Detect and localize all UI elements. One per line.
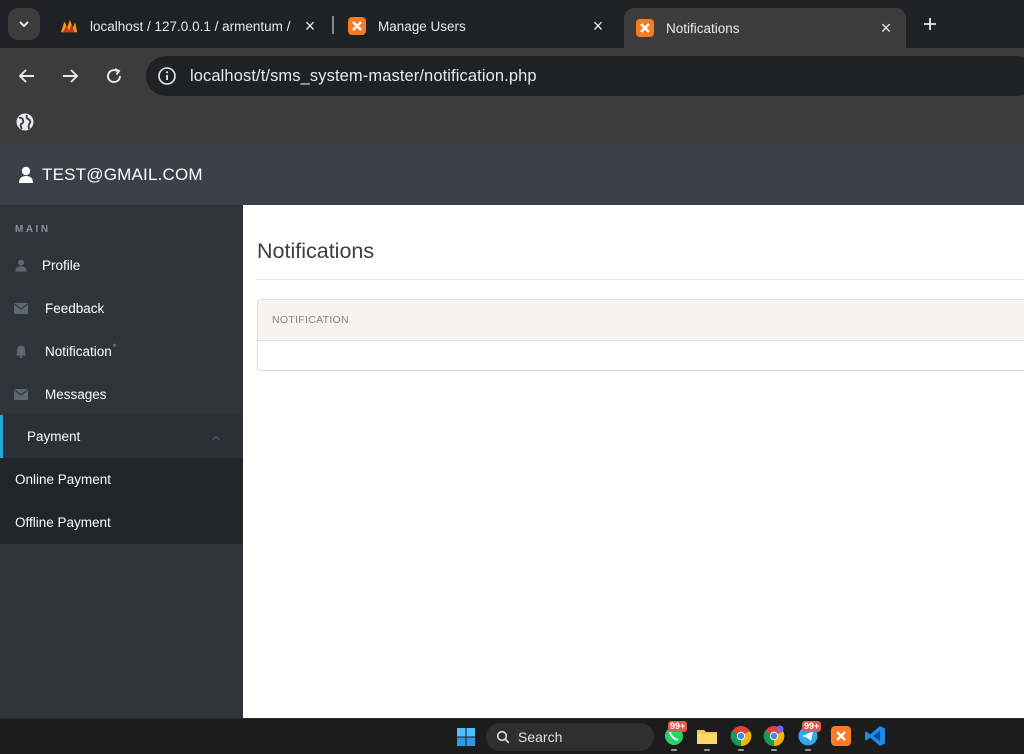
windows-start-icon[interactable] — [456, 727, 476, 747]
back-button[interactable] — [13, 62, 41, 90]
user-email[interactable]: TEST@GMAIL.COM — [42, 165, 203, 185]
reload-button[interactable] — [100, 62, 128, 90]
taskbar-vscode[interactable] — [863, 724, 887, 748]
page-title: Notifications — [257, 239, 375, 263]
site-info-icon[interactable] — [156, 65, 178, 87]
sidebar-item-messages[interactable]: Messages — [0, 373, 243, 416]
sidebar: MAIN Profile Feedback Notification * Mes… — [0, 205, 243, 718]
sidebar-item-label: Profile — [42, 258, 81, 273]
sidebar-item-label: Messages — [45, 387, 107, 402]
sidebar-item-notification[interactable]: Notification * — [0, 330, 243, 373]
sidebar-item-label: Payment — [27, 429, 81, 444]
address-bar[interactable]: localhost/t/sms_system-master/notificati… — [146, 56, 1024, 96]
tab-notifications[interactable]: Notifications × — [624, 8, 906, 48]
chrome-icon — [730, 726, 752, 747]
close-icon[interactable]: × — [590, 17, 606, 35]
taskbar-search[interactable]: Search — [486, 723, 654, 751]
reload-icon — [107, 68, 121, 83]
taskbar: Search 99+ 99+ — [0, 718, 1024, 754]
app-header: TEST@GMAIL.COM — [0, 144, 1024, 205]
new-tab-button[interactable] — [918, 12, 942, 36]
taskbar-whatsapp[interactable]: 99+ — [662, 721, 688, 751]
taskbar-xampp[interactable] — [829, 724, 853, 748]
tab-phpmyadmin[interactable]: localhost / 127.0.0.1 / armentum / × — [48, 8, 330, 44]
envelope-icon — [14, 388, 28, 402]
envelope-icon — [14, 302, 28, 316]
taskbar-indicator — [704, 749, 710, 751]
xampp-icon — [348, 17, 366, 35]
sidebar-heading: MAIN — [15, 224, 51, 235]
taskbar-indicator — [738, 749, 744, 751]
globe-icon[interactable] — [15, 112, 35, 132]
xampp-icon — [636, 19, 654, 37]
chrome-icon — [763, 725, 785, 747]
phpmyadmin-icon — [60, 17, 78, 35]
taskbar-indicator — [771, 749, 777, 751]
sidebar-subitem-label: Online Payment — [15, 472, 112, 487]
taskbar-indicator — [805, 749, 811, 751]
tab-search-button[interactable] — [8, 8, 40, 40]
notification-count-badge: 99+ — [802, 721, 822, 732]
sidebar-item-payment[interactable]: Payment — [0, 415, 243, 458]
bell-icon — [14, 345, 28, 359]
sidebar-subitem-offline-payment[interactable]: Offline Payment — [0, 501, 243, 544]
tab-title: Manage Users — [378, 18, 466, 34]
taskbar-telegram[interactable]: 99+ — [796, 721, 822, 751]
taskbar-search-label: Search — [518, 729, 563, 745]
notifications-table: NOTIFICATION — [257, 299, 1024, 371]
taskbar-chrome[interactable] — [729, 724, 753, 751]
tab-manage-users[interactable]: Manage Users × — [336, 8, 618, 44]
arrow-left-icon — [18, 69, 34, 83]
folder-icon — [697, 730, 717, 744]
user-icon — [18, 166, 34, 184]
vscode-icon — [865, 726, 885, 746]
table-header: NOTIFICATION — [258, 300, 1024, 341]
bookmarks-bar — [0, 104, 1024, 144]
taskbar-chrome-profile[interactable] — [762, 724, 786, 751]
close-icon[interactable]: × — [878, 19, 894, 37]
taskbar-indicator — [671, 749, 677, 751]
user-icon — [14, 259, 28, 273]
xampp-icon — [831, 726, 851, 746]
main-content: Notifications NOTIFICATION — [243, 205, 1024, 718]
forward-button[interactable] — [56, 62, 84, 90]
sidebar-item-label: Notification — [45, 344, 112, 359]
sidebar-item-feedback[interactable]: Feedback — [0, 287, 243, 330]
column-header-notification: NOTIFICATION — [272, 314, 349, 326]
arrow-right-icon — [63, 69, 79, 83]
plus-icon — [924, 18, 936, 30]
sidebar-item-profile[interactable]: Profile — [0, 244, 243, 287]
chevron-down-icon — [19, 21, 29, 28]
sidebar-subitem-online-payment[interactable]: Online Payment — [0, 458, 243, 501]
tab-separator — [332, 16, 334, 34]
web-page: TEST@GMAIL.COM MAIN Profile Feedback Not… — [0, 144, 1024, 718]
url-text: localhost/t/sms_system-master/notificati… — [190, 66, 537, 85]
sidebar-subitem-label: Offline Payment — [15, 515, 111, 530]
close-icon[interactable]: × — [302, 17, 318, 35]
title-divider — [257, 279, 1024, 280]
browser-tab-strip: localhost / 127.0.0.1 / armentum / × Man… — [0, 0, 1024, 48]
browser-toolbar: localhost/t/sms_system-master/notificati… — [0, 48, 1024, 104]
search-icon — [496, 730, 510, 744]
taskbar-file-explorer[interactable] — [695, 724, 719, 751]
notification-badge: * — [112, 341, 117, 352]
notification-count-badge: 99+ — [668, 721, 688, 732]
sidebar-item-label: Feedback — [45, 301, 105, 316]
chevron-up-icon — [211, 431, 221, 441]
tab-title: Notifications — [666, 20, 740, 36]
tab-title: localhost / 127.0.0.1 / armentum / — [90, 18, 291, 34]
